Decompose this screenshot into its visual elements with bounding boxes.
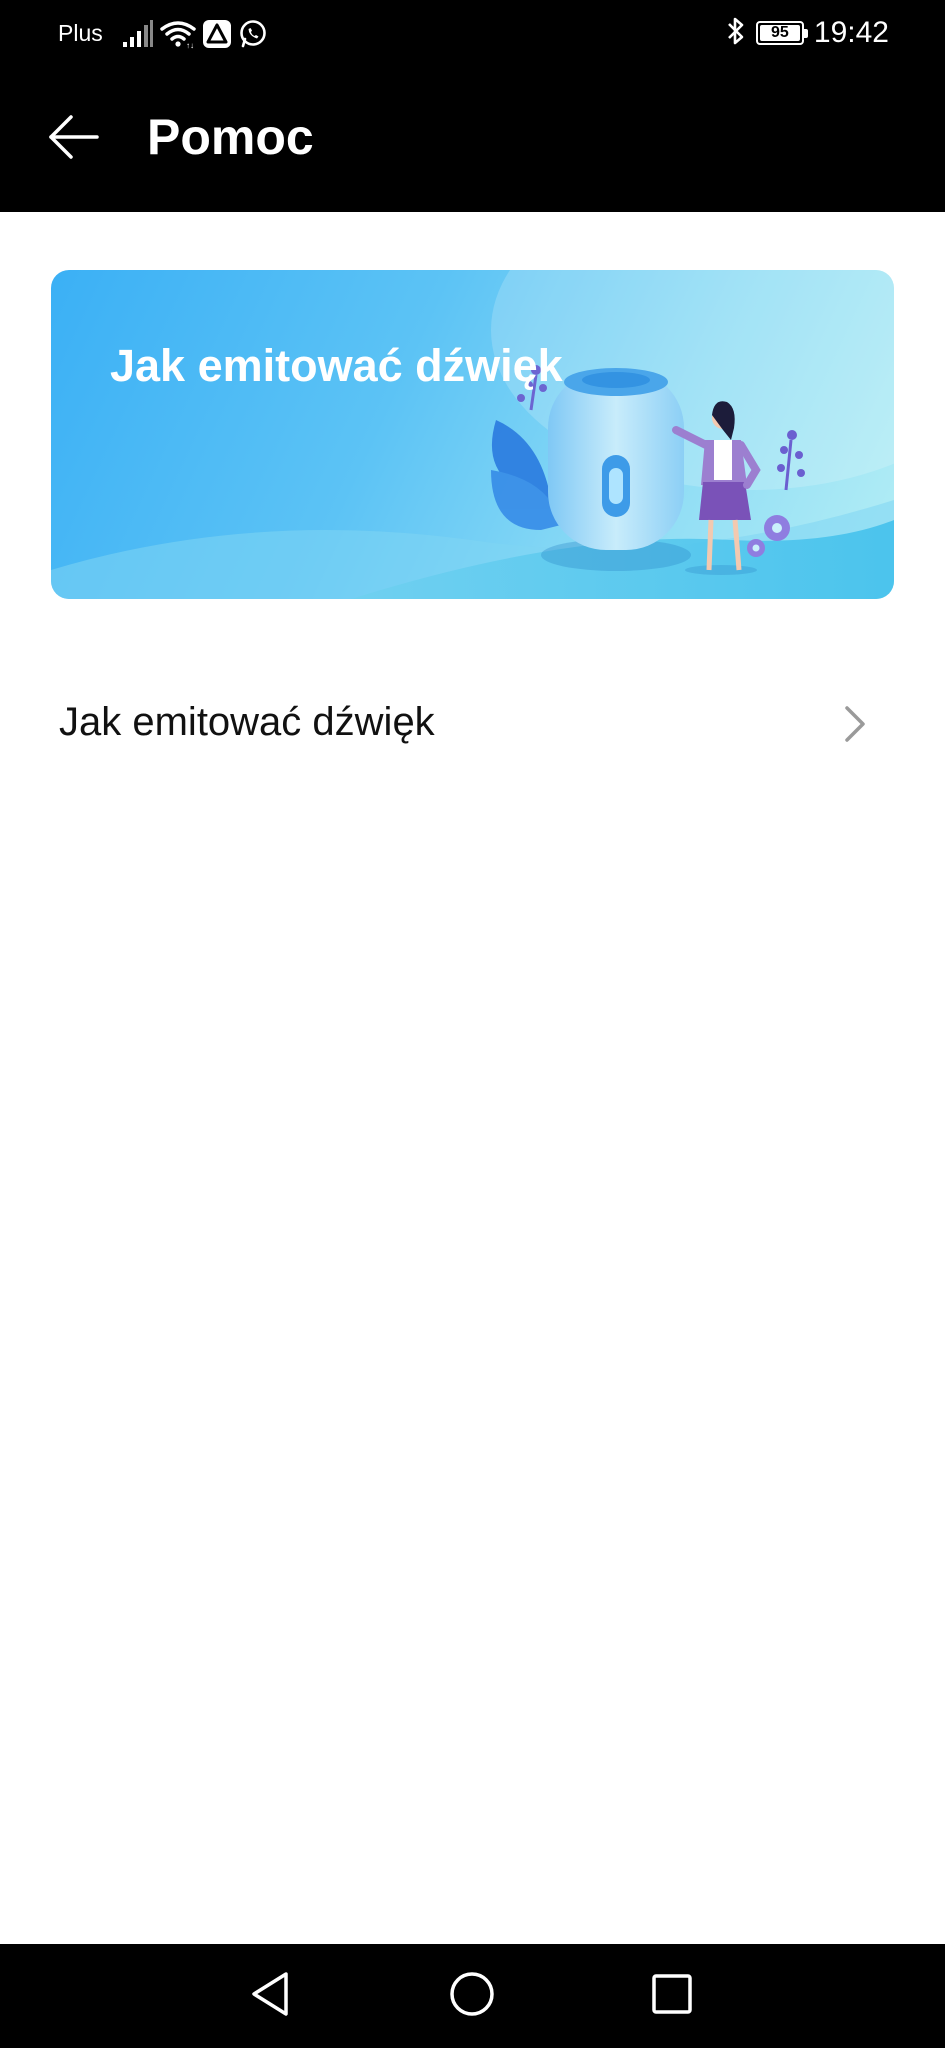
back-triangle-icon [248,1970,292,2023]
wifi-icon: ↑↓ [160,19,196,49]
status-icons-left: ↑↓ [122,14,268,54]
smart-speaker-illustration [51,270,894,599]
app-notification-icon [202,19,232,49]
status-bar: Plus ↑↓ 95 19:42 [0,0,945,66]
page-title: Pomoc [147,109,314,165]
recents-square-icon [650,1972,694,2021]
battery-icon: 95 [755,21,808,45]
nav-recents-button[interactable] [642,1966,702,2026]
home-circle-icon [448,1970,496,2023]
back-button[interactable] [36,102,110,176]
chevron-right-icon [843,704,867,744]
list-item-label: Jak emitować dźwięk [59,700,435,744]
nav-back-button[interactable] [240,1966,300,2026]
svg-text:↑↓: ↑↓ [186,41,194,49]
signal-icon [122,20,154,48]
status-time: 19:42 [813,16,889,49]
arrow-left-icon [45,109,101,170]
help-banner[interactable]: Jak emitować dźwięk [51,270,894,599]
battery-level: 95 [771,24,789,41]
nav-home-button[interactable] [442,1966,502,2026]
whatsapp-icon [238,19,268,49]
system-nav-bar [0,1944,945,2048]
app-bar: Pomoc [0,66,945,212]
banner-title: Jak emitować dźwięk [110,340,563,391]
list-item-how-to-play-sound[interactable]: Jak emitować dźwięk [0,670,945,774]
bluetooth-icon [726,16,746,51]
carrier-name: Plus [58,20,103,46]
status-icons-right: 95 19:42 [726,12,889,54]
